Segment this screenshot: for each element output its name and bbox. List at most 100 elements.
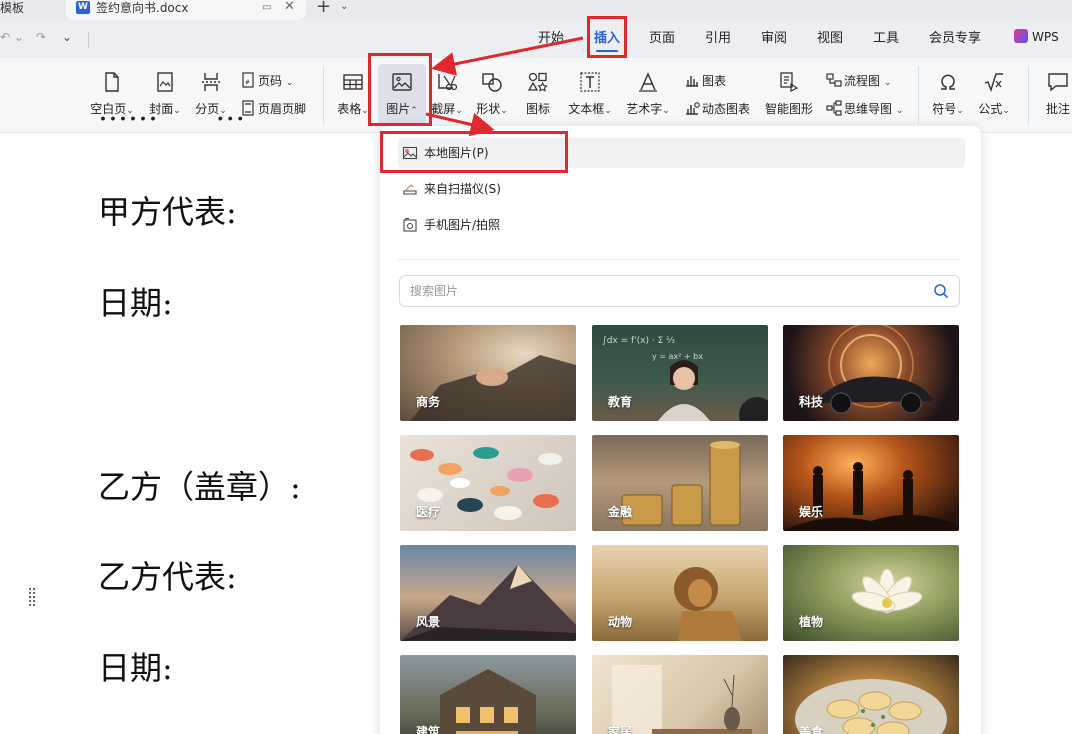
dynamic-chart-label: 动态图表 xyxy=(702,102,751,116)
tab-templates-label: 模板 xyxy=(0,1,25,15)
icon-library-label: 图标 xyxy=(525,102,550,116)
formula-sqrt-icon xyxy=(984,73,1003,93)
tab-templates[interactable]: 模板 xyxy=(0,0,32,20)
svg-text:#: # xyxy=(245,79,250,86)
comment-button[interactable]: 批注 xyxy=(1040,70,1072,117)
smart-graphic-button[interactable]: 智能图形 xyxy=(762,70,816,117)
category-label-landscape: 风景 xyxy=(416,615,441,629)
page-number-label: 页码 xyxy=(258,74,283,88)
category-tile-technology[interactable]: 科技 xyxy=(783,325,959,421)
doc-line-date-a: 日期: xyxy=(98,284,173,322)
comment-icon xyxy=(1048,73,1068,92)
tab-document[interactable]: W 签约意向书.docx ▭ ✕ xyxy=(66,0,306,20)
undo-icon[interactable]: ↶ ⌄ xyxy=(0,30,24,44)
menu-membership[interactable]: 会员专享 xyxy=(929,30,981,48)
shape-label: 形状 xyxy=(476,102,501,116)
flowchart-button[interactable]: 流程图 ⌄ xyxy=(826,72,891,89)
category-tile-business[interactable]: 商务 xyxy=(400,325,576,421)
category-tile-medical[interactable]: 医疗 xyxy=(400,435,576,531)
new-tab-plus-icon[interactable]: + xyxy=(316,0,331,16)
scanner-option[interactable]: 来自扫描仪(S) xyxy=(398,174,965,204)
screenshot-button[interactable]: 截屏⌄ xyxy=(428,70,466,117)
dynamic-chart-button[interactable]: 动态图表 xyxy=(684,100,750,117)
search-icon[interactable] xyxy=(933,283,949,299)
quick-access-chevron-icon[interactable]: ⌄ xyxy=(62,30,72,44)
category-tile-finance[interactable]: 金融 xyxy=(592,435,768,531)
flowchart-label: 流程图 xyxy=(844,74,881,88)
dropdown-divider xyxy=(398,259,960,260)
category-label-architecture: 建筑 xyxy=(416,725,441,734)
wps-label: WPS xyxy=(1032,30,1059,44)
svg-text:y = ax² + bx: y = ax² + bx xyxy=(652,352,703,361)
scissors-screenshot-icon xyxy=(438,74,458,91)
phone-camera-icon xyxy=(403,218,417,232)
svg-text:∫dx = f'(x) · Σ ⅓: ∫dx = f'(x) · Σ ⅓ xyxy=(602,336,675,346)
mindmap-icon xyxy=(826,100,842,116)
ribbon-separator xyxy=(1028,66,1029,124)
icon-library-button[interactable]: 图标 xyxy=(520,70,556,117)
textbox-button[interactable]: 文本框⌄ xyxy=(566,70,614,117)
category-tile-food[interactable]: 美食 xyxy=(783,655,959,734)
menu-start[interactable]: 开始 xyxy=(538,30,564,48)
doc-line-date-b: 日期: xyxy=(98,649,173,687)
icon-library-icon xyxy=(527,72,548,92)
category-label-home: 家居 xyxy=(608,725,633,734)
chart-button[interactable]: 图表 xyxy=(684,72,726,89)
highlight-picture-button xyxy=(368,53,432,126)
menu-view[interactable]: 视图 xyxy=(817,30,843,48)
paragraph-drag-handle-icon[interactable]: ⠿ ⠿ xyxy=(27,588,37,610)
title-tab-bar: 模板 W 签约意向书.docx ▭ ✕ + ⌄ xyxy=(0,0,1072,20)
shapes-icon xyxy=(482,73,502,92)
menu-tools[interactable]: 工具 xyxy=(873,30,899,48)
category-label-food: 美食 xyxy=(799,725,824,734)
category-label-medical: 医疗 xyxy=(416,505,441,519)
category-label-business: 商务 xyxy=(416,395,441,409)
category-tile-animals[interactable]: 动物 xyxy=(592,545,768,641)
menu-separator xyxy=(88,32,89,48)
picture-search-input[interactable] xyxy=(410,282,910,300)
scanner-icon xyxy=(403,184,417,195)
category-tile-landscape[interactable]: 风景 xyxy=(400,545,576,641)
symbol-button[interactable]: 符号⌄ xyxy=(928,70,968,117)
mindmap-button[interactable]: 思维导图 ⌄ xyxy=(826,100,903,117)
category-tile-plants[interactable]: 植物 xyxy=(783,545,959,641)
page-number-button[interactable]: # 页码 ⌄ xyxy=(240,72,293,89)
phone-picture-option[interactable]: 手机图片/拍照 xyxy=(398,210,965,240)
window-restore-icon[interactable]: ▭ xyxy=(262,2,271,13)
category-tile-education[interactable]: ∫dx = f'(x) · Σ ⅓ y = ax² + bx 教育 xyxy=(592,325,768,421)
highlight-insert-tab xyxy=(587,16,627,58)
document-tab-title: 签约意向书.docx xyxy=(96,1,189,15)
highlight-local-picture xyxy=(380,131,568,173)
smart-graphic-label: 智能图形 xyxy=(764,102,813,116)
category-label-technology: 科技 xyxy=(799,395,824,409)
category-label-finance: 金融 xyxy=(608,505,633,519)
picture-search-box[interactable] xyxy=(399,275,960,307)
doc-line-party-a-rep: 甲方代表: xyxy=(98,193,237,231)
chart-icon xyxy=(686,76,698,87)
shape-button[interactable]: 形状⌄ xyxy=(472,70,512,117)
category-label-plants: 植物 xyxy=(799,615,824,629)
category-tile-home[interactable]: 家居 xyxy=(592,655,768,734)
close-tab-icon[interactable]: ✕ xyxy=(284,0,295,14)
wps-ai-button[interactable]: WPS xyxy=(1014,29,1059,44)
doc-cutoff-line: …… … xyxy=(98,102,246,128)
formula-label: 公式 xyxy=(978,102,1003,116)
phone-picture-label: 手机图片/拍照 xyxy=(424,218,501,232)
menu-references[interactable]: 引用 xyxy=(705,30,731,48)
menu-page[interactable]: 页面 xyxy=(649,30,675,48)
tab-list-chevron-icon[interactable]: ⌄ xyxy=(340,1,348,12)
ribbon-separator xyxy=(918,66,919,124)
scanner-label: 来自扫描仪(S) xyxy=(424,182,501,196)
category-label-education: 教育 xyxy=(608,395,633,409)
omega-symbol-icon xyxy=(941,74,955,90)
wordart-button[interactable]: 艺术字⌄ xyxy=(624,70,672,117)
formula-button[interactable]: 公式⌄ xyxy=(974,70,1014,117)
mindmap-label: 思维导图 xyxy=(844,102,893,116)
category-tile-architecture[interactable]: 建筑 xyxy=(400,655,576,734)
menu-review[interactable]: 审阅 xyxy=(761,30,787,48)
category-tile-entertainment[interactable]: 娱乐 xyxy=(783,435,959,531)
wordart-label: 艺术字 xyxy=(626,102,663,116)
symbol-label: 符号 xyxy=(932,102,957,116)
screenshot-label: 截屏 xyxy=(431,102,456,116)
redo-icon[interactable]: ↷ xyxy=(36,30,46,44)
